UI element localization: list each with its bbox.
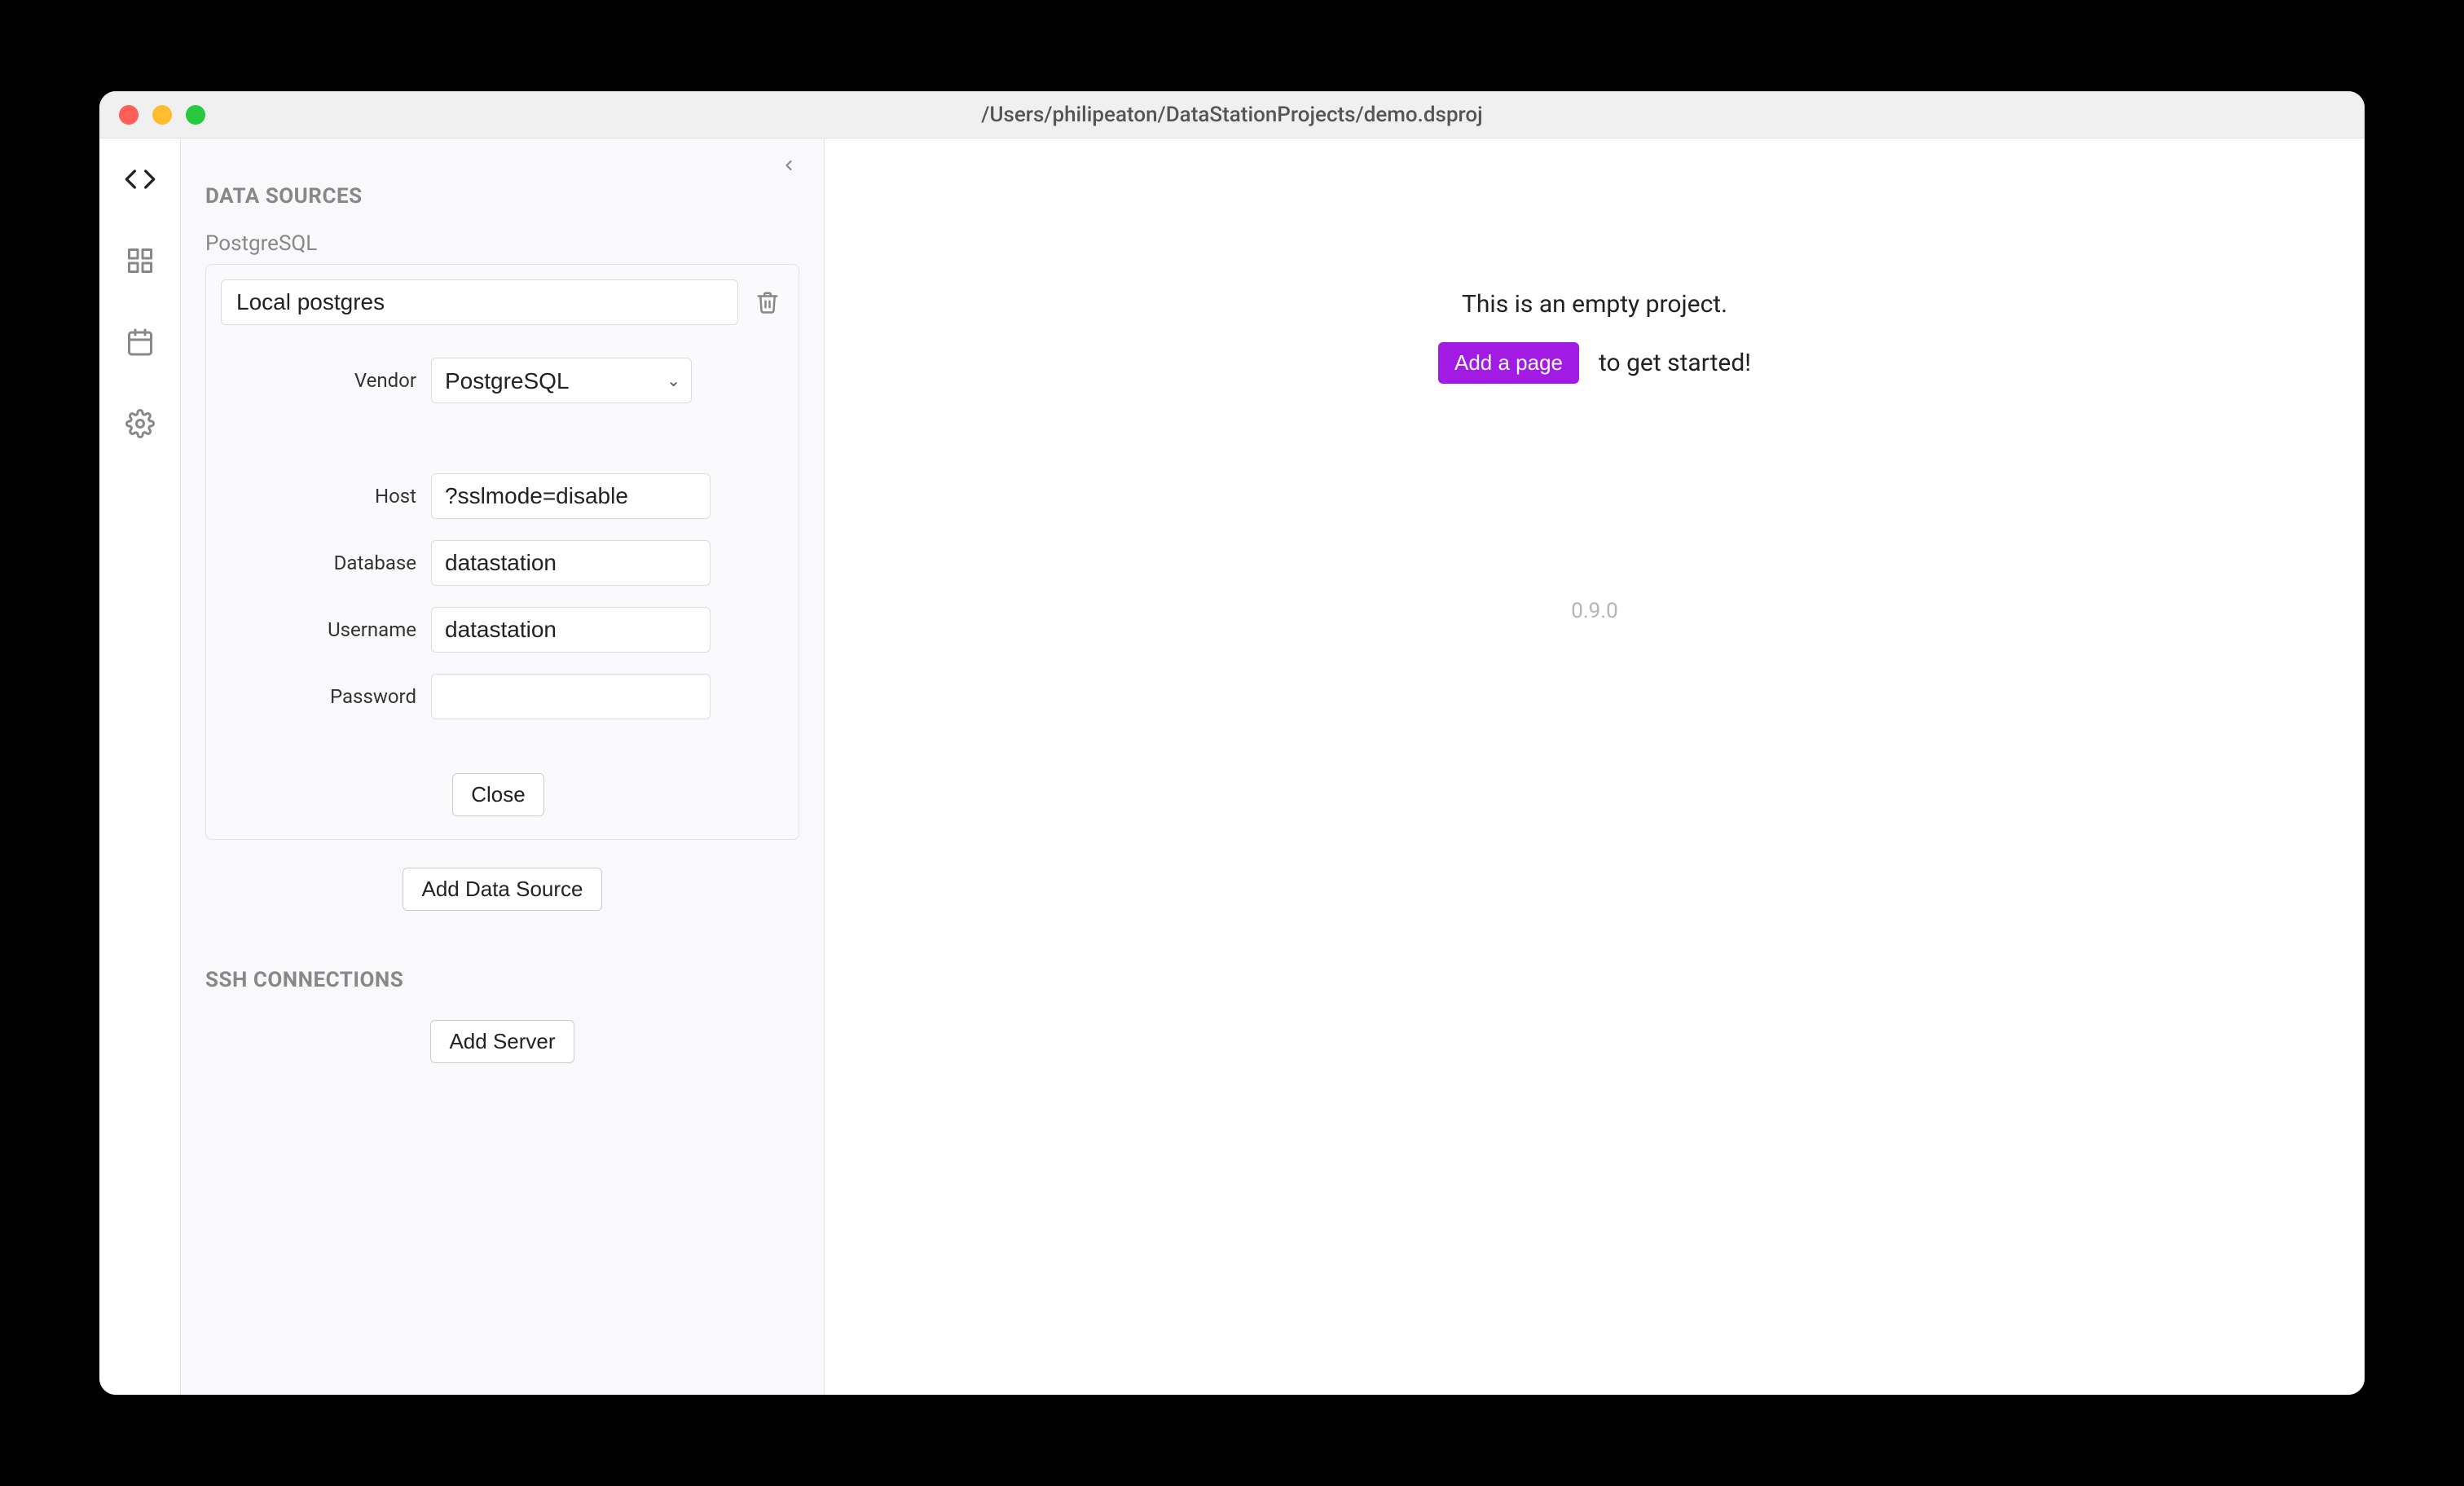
delete-data-source-button[interactable] [751, 286, 784, 319]
vendor-label: Vendor [286, 369, 416, 392]
database-label: Database [286, 552, 416, 574]
app-body: DATA SOURCES PostgreSQL Vendor [99, 138, 2365, 1395]
close-row: Close [286, 773, 711, 816]
cta-suffix-text: to get started! [1599, 349, 1751, 377]
code-icon[interactable] [124, 163, 156, 196]
data-source-header [221, 279, 784, 325]
close-data-source-button[interactable]: Close [452, 773, 543, 816]
dashboard-icon[interactable] [124, 244, 156, 277]
close-window-button[interactable] [119, 105, 139, 125]
data-source-type-label: PostgreSQL [205, 231, 799, 256]
icon-rail [99, 138, 181, 1395]
add-server-row: Add Server [205, 1020, 799, 1063]
sidebar-panel: DATA SOURCES PostgreSQL Vendor [181, 138, 825, 1395]
window-title: /Users/philipeaton/DataStationProjects/d… [981, 103, 1482, 127]
username-row: Username [286, 607, 711, 653]
maximize-window-button[interactable] [186, 105, 205, 125]
add-page-button[interactable]: Add a page [1438, 342, 1579, 384]
ssh-heading: SSH CONNECTIONS [205, 968, 799, 992]
data-sources-heading: DATA SOURCES [205, 184, 799, 209]
gear-icon[interactable] [124, 407, 156, 440]
version-text: 0.9.0 [1571, 599, 1618, 623]
traffic-lights [119, 105, 205, 125]
main-area: This is an empty project. Add a page to … [825, 138, 2365, 1395]
database-row: Database [286, 540, 711, 586]
username-label: Username [286, 618, 416, 641]
data-source-card: Vendor PostgreSQL ⌄ Host [205, 264, 799, 840]
vendor-select[interactable]: PostgreSQL [431, 358, 692, 403]
data-source-form: Vendor PostgreSQL ⌄ Host [221, 358, 784, 816]
add-data-source-button[interactable]: Add Data Source [403, 868, 601, 911]
add-data-source-row: Add Data Source [205, 868, 799, 911]
host-row: Host [286, 473, 711, 519]
minimize-window-button[interactable] [152, 105, 172, 125]
calendar-icon[interactable] [124, 326, 156, 358]
password-row: Password [286, 674, 711, 719]
username-input[interactable] [431, 607, 711, 653]
password-label: Password [286, 685, 416, 708]
empty-cta-row: Add a page to get started! [1438, 342, 1751, 384]
data-source-name-input[interactable] [221, 279, 738, 325]
add-server-button[interactable]: Add Server [430, 1020, 574, 1063]
password-input[interactable] [431, 674, 711, 719]
database-input[interactable] [431, 540, 711, 586]
empty-project-message: This is an empty project. [1462, 290, 1727, 319]
app-window: /Users/philipeaton/DataStationProjects/d… [99, 91, 2365, 1395]
host-input[interactable] [431, 473, 711, 519]
collapse-sidebar-button[interactable] [777, 153, 801, 178]
vendor-row: Vendor PostgreSQL ⌄ [286, 358, 711, 403]
titlebar: /Users/philipeaton/DataStationProjects/d… [99, 91, 2365, 138]
host-label: Host [286, 485, 416, 508]
